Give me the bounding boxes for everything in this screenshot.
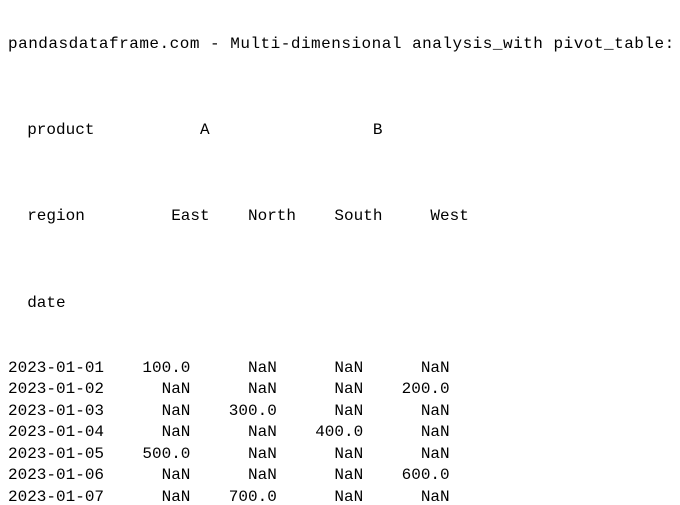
table-row: 2023-01-02 NaN NaN NaN 200.0 [8, 379, 672, 401]
header-region-row: region East North South West [8, 185, 672, 228]
cell-west: 600.0 [373, 465, 450, 487]
cell-east: NaN [123, 401, 190, 423]
header-index-row: date [8, 271, 672, 314]
header-region-label: region [27, 206, 133, 228]
table-row: 2023-01-05 500.0 NaN NaN NaN [8, 444, 672, 466]
cell-date: 2023-01-01 [8, 358, 114, 380]
cell-date: 2023-01-06 [8, 465, 114, 487]
cell-west: 200.0 [373, 379, 450, 401]
cell-west: NaN [373, 444, 450, 466]
cell-east: NaN [123, 422, 190, 444]
cell-date: 2023-01-05 [8, 444, 114, 466]
cell-north: NaN [200, 422, 277, 444]
table-row: 2023-01-04 NaN NaN 400.0 NaN [8, 422, 672, 444]
cell-south: 400.0 [286, 422, 363, 444]
cell-east: NaN [123, 487, 190, 505]
output-title: pandasdataframe.com - Multi-dimensional … [8, 34, 672, 56]
header-region-south: South [306, 206, 383, 228]
header-region-east: East [142, 206, 209, 228]
header-product-label: product [27, 120, 133, 142]
cell-north: NaN [200, 444, 277, 466]
terminal-output: pandasdataframe.com - Multi-dimensional … [0, 0, 680, 505]
data-rows: 2023-01-01 100.0 NaN NaN NaN2023-01-02 N… [8, 358, 672, 505]
header-product-b: B [306, 120, 383, 142]
cell-east: 100.0 [123, 358, 190, 380]
cell-south: NaN [286, 401, 363, 423]
cell-north: 300.0 [200, 401, 277, 423]
cell-west: NaN [373, 487, 450, 505]
cell-date: 2023-01-02 [8, 379, 114, 401]
cell-south: NaN [286, 465, 363, 487]
cell-north: NaN [200, 465, 277, 487]
cell-south: NaN [286, 379, 363, 401]
header-product-a: A [142, 120, 209, 142]
table-row: 2023-01-01 100.0 NaN NaN NaN [8, 358, 672, 380]
header-region-west: West [392, 206, 469, 228]
cell-east: NaN [123, 465, 190, 487]
cell-date: 2023-01-03 [8, 401, 114, 423]
table-row: 2023-01-03 NaN 300.0 NaN NaN [8, 401, 672, 423]
cell-west: NaN [373, 422, 450, 444]
header-product-row: product A B [8, 98, 672, 141]
cell-west: NaN [373, 401, 450, 423]
cell-north: NaN [200, 358, 277, 380]
header-index-label: date [27, 293, 133, 315]
table-row: 2023-01-07 NaN 700.0 NaN NaN [8, 487, 672, 505]
cell-date: 2023-01-04 [8, 422, 114, 444]
header-product-blank-1 [219, 120, 296, 142]
cell-north: 700.0 [200, 487, 277, 505]
table-row: 2023-01-06 NaN NaN NaN 600.0 [8, 465, 672, 487]
cell-north: NaN [200, 379, 277, 401]
cell-date: 2023-01-07 [8, 487, 114, 505]
cell-west: NaN [373, 358, 450, 380]
cell-south: NaN [286, 358, 363, 380]
header-region-north: North [219, 206, 296, 228]
cell-south: NaN [286, 444, 363, 466]
header-product-blank-2 [392, 120, 469, 142]
cell-east: NaN [123, 379, 190, 401]
cell-south: NaN [286, 487, 363, 505]
cell-east: 500.0 [123, 444, 190, 466]
